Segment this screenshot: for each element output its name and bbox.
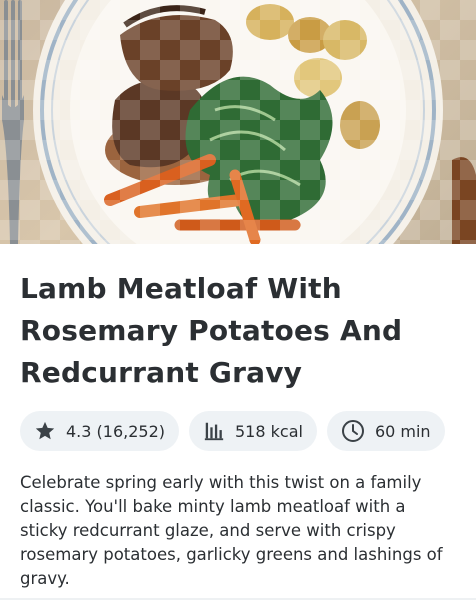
rating-chip[interactable]: 4.3 (16,252) [20,411,179,451]
clock-icon [341,419,365,443]
recipe-description: Celebrate spring early with this twist o… [20,473,443,588]
recipe-hero-image [0,0,476,244]
calories-chip[interactable]: 518 kcal [189,411,317,451]
time-chip[interactable]: 60 min [326,411,445,451]
star-icon [34,420,56,442]
calories-value: 518 kcal [235,421,303,441]
recipe-stats: 4.3 (16,252) 518 kcal 60 min [20,411,456,451]
time-value: 60 min [374,421,431,441]
bar-chart-icon [203,420,225,442]
recipe-title: Lamb Meatloaf With Rosemary Potatoes And… [20,272,403,389]
rating-value: 4.3 (16,252) [66,421,165,441]
